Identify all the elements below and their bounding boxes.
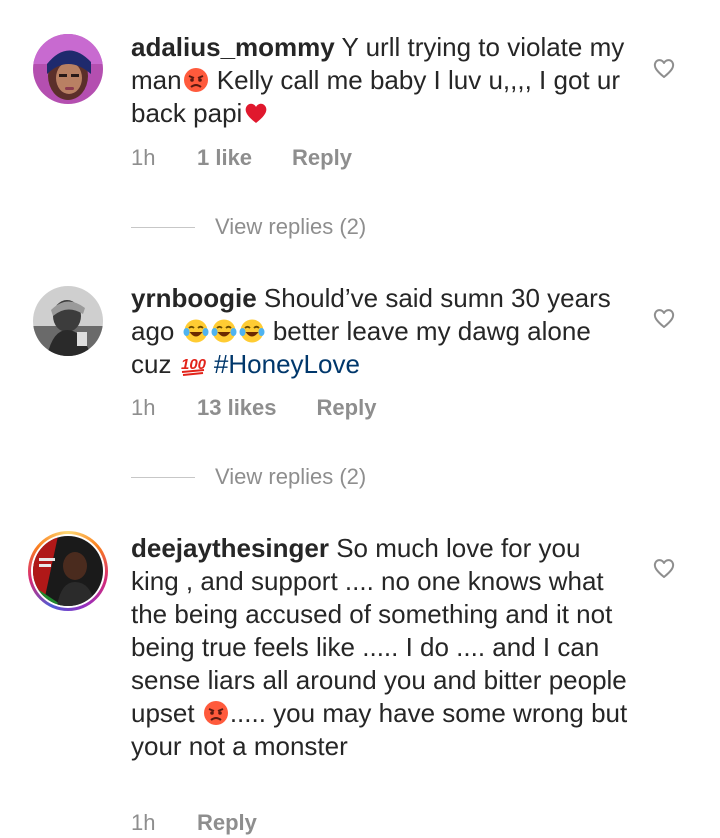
tears-of-joy-emoji-icon (239, 318, 265, 344)
comments-list: adalius_mommy Y urll trying to violate m… (0, 0, 720, 838)
view-replies-label: View replies (2) (215, 464, 367, 489)
comment-time: 1h (131, 810, 156, 835)
comment-time: 1h (131, 145, 156, 170)
comment-username[interactable]: adalius_mommy (131, 32, 335, 62)
comment-username[interactable]: deejaythesinger (131, 533, 329, 563)
comment-meta: 1h 13 likes Reply (131, 395, 376, 421)
tears-of-joy-emoji-icon (211, 318, 237, 344)
comment-likes[interactable]: 1 like (197, 145, 252, 171)
hashtag-link[interactable]: #HoneyLove (214, 349, 360, 379)
hundred-points-emoji-icon: 100 (180, 351, 206, 377)
tears-of-joy-emoji-icon (183, 318, 209, 344)
comment-text: deejaythesinger So much love for you kin… (131, 532, 631, 763)
comment-meta: 1h Reply (131, 810, 257, 836)
avatar[interactable] (32, 33, 104, 105)
avatar[interactable] (32, 285, 104, 357)
view-replies-button[interactable]: View replies (2) (131, 464, 366, 490)
angry-face-emoji-icon (203, 700, 229, 726)
red-heart-emoji-icon (243, 100, 269, 126)
like-heart-icon[interactable] (651, 55, 677, 81)
comment-text: yrnboogie Should’ve said sumn 30 years a… (131, 282, 631, 381)
comment-meta: 1h 1 like Reply (131, 145, 352, 171)
comment-likes[interactable]: 13 likes (197, 395, 277, 421)
comment-text: adalius_mommy Y urll trying to violate m… (131, 31, 631, 130)
like-heart-icon[interactable] (651, 555, 677, 581)
divider (131, 476, 195, 478)
comment-time: 1h (131, 395, 156, 420)
reply-button[interactable]: Reply (317, 395, 377, 421)
like-heart-icon[interactable] (651, 305, 677, 331)
view-replies-label: View replies (2) (215, 214, 367, 239)
divider (131, 226, 195, 228)
reply-button[interactable]: Reply (197, 810, 257, 836)
reply-button[interactable]: Reply (292, 145, 352, 171)
view-replies-button[interactable]: View replies (2) (131, 214, 366, 240)
avatar[interactable] (28, 531, 108, 611)
angry-face-emoji-icon (183, 67, 209, 93)
comment-username[interactable]: yrnboogie (131, 283, 257, 313)
